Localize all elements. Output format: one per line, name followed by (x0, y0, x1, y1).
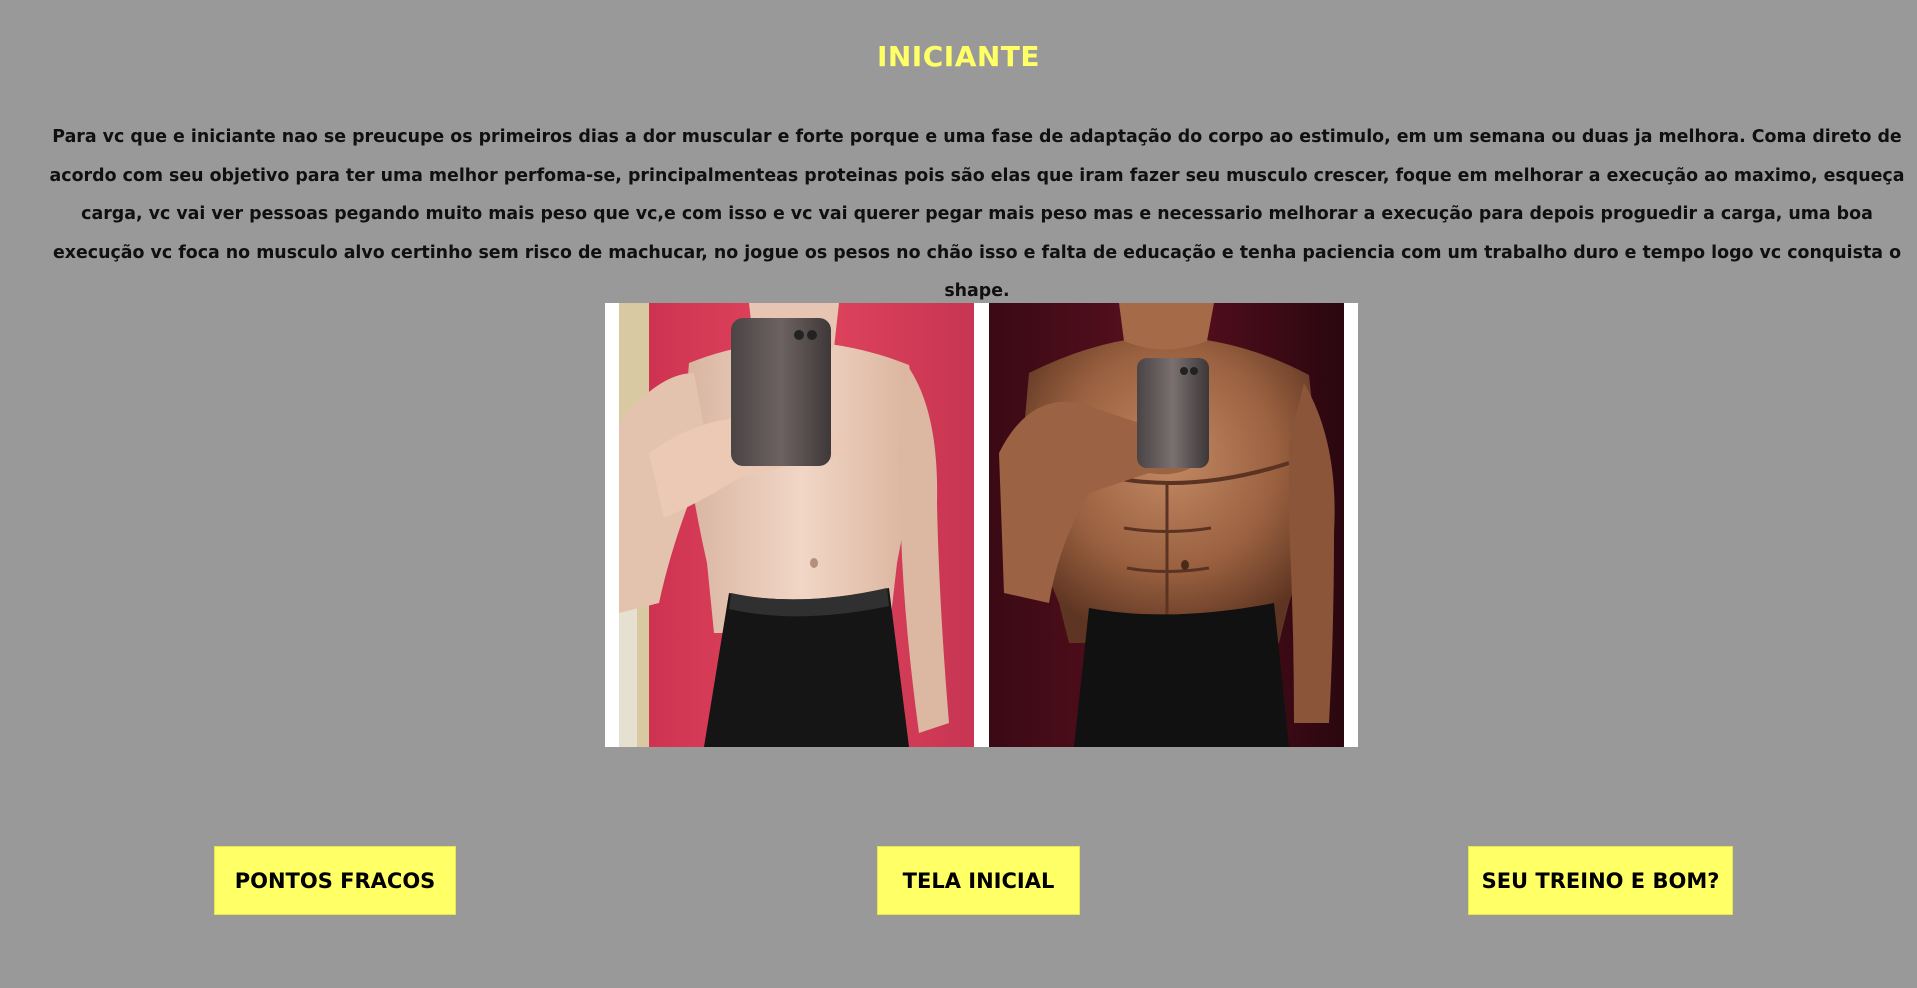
beginner-screen: INICIANTE Para vc que e iniciante nao se… (0, 0, 1917, 988)
your-training-button[interactable]: SEU TREINO E BOM? (1468, 846, 1733, 915)
page-title: INICIANTE (876, 40, 1041, 73)
weak-points-button[interactable]: PONTOS FRACOS (214, 846, 456, 915)
home-screen-button[interactable]: TELA INICIAL (877, 846, 1080, 915)
after-photo (989, 303, 1344, 747)
before-after-image (605, 303, 1358, 747)
beginner-advice-text: Para vc que e iniciante nao se preucupe … (49, 127, 1905, 301)
before-photo (619, 303, 974, 747)
